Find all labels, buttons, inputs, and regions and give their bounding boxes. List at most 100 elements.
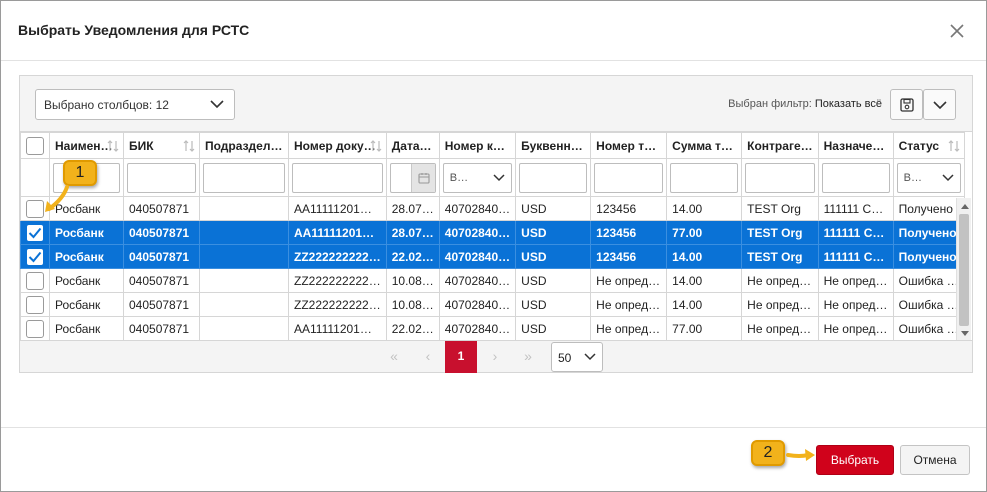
chevron-down-icon <box>584 353 596 361</box>
row-checkbox-cell <box>20 220 50 245</box>
close-icon <box>950 24 964 38</box>
col-header-counterparty[interactable]: Контраге… <box>741 132 819 159</box>
page-size-value: 50 <box>558 351 572 365</box>
sort-icon <box>107 140 119 152</box>
cell-status: Ошибка … <box>892 268 965 293</box>
filter-status-select[interactable]: В… <box>896 162 961 193</box>
footer-divider <box>1 427 986 428</box>
cell-division <box>199 196 289 221</box>
row-checkbox[interactable] <box>26 295 44 314</box>
filter-options-button[interactable] <box>923 89 956 120</box>
cell-doc-number: АА11111201… <box>288 220 387 245</box>
filter-doc-number-input[interactable] <box>292 162 383 193</box>
date-picker-button[interactable] <box>410 163 435 192</box>
filter-transaction-number-input[interactable] <box>594 162 664 193</box>
page-button-current[interactable]: 1 <box>445 341 477 373</box>
cell-purpose: 111111 С… <box>817 196 894 221</box>
cell-counterparty: TEST Org <box>741 196 819 221</box>
table-row[interactable]: Росбанк 040507871 АА11111201… 28.07… 4070284… <box>20 220 965 245</box>
cell-name: Росбанк <box>49 316 124 341</box>
scroll-up-icon[interactable] <box>961 204 969 209</box>
columns-select[interactable]: Выбрано столбцов: 12 <box>35 89 235 120</box>
checkmark-icon <box>28 251 42 262</box>
table-row[interactable]: Росбанк 040507871 ZZ222222222… 22.02… 407028… <box>20 244 965 269</box>
cell-transaction-number: 123456 <box>590 196 668 221</box>
cell-division <box>199 220 289 245</box>
row-checkbox[interactable] <box>26 319 44 338</box>
filter-currency-input[interactable] <box>519 162 588 193</box>
page-size-select[interactable]: 50 <box>551 342 603 372</box>
filter-cell: В… <box>438 158 517 197</box>
filter-division-input[interactable] <box>203 162 285 193</box>
table-row[interactable]: Росбанк 040507871 АА11111201… 28.07… 4070284… <box>20 196 965 221</box>
cell-doc-number: АА11111201… <box>288 196 387 221</box>
select-all-checkbox[interactable] <box>26 136 44 155</box>
cell-purpose: 111111 С… <box>817 220 894 245</box>
filter-account-select[interactable]: В… <box>442 162 513 193</box>
first-page-button[interactable]: « <box>378 341 410 373</box>
filter-cell: В… <box>892 158 965 197</box>
next-page-button[interactable]: › <box>479 341 511 373</box>
filter-date-input[interactable] <box>389 162 436 193</box>
cell-currency: USD <box>515 292 592 317</box>
cell-name: Росбанк <box>49 268 124 293</box>
col-header-date[interactable]: Дата… <box>385 132 440 159</box>
col-header-purpose[interactable]: Назначе… <box>817 132 894 159</box>
row-checkbox[interactable] <box>26 247 44 266</box>
cell-bik: 040507871 <box>123 196 200 221</box>
col-header-doc-number[interactable]: Номер доку… <box>288 132 387 159</box>
col-header-bik[interactable]: БИК <box>123 132 200 159</box>
col-header-name[interactable]: Наимен… <box>49 132 124 159</box>
filter-cell <box>817 158 894 197</box>
table-row[interactable]: Росбанк 040507871 ZZ222222222… 10.08… 407028… <box>20 292 965 317</box>
calendar-icon <box>418 172 430 184</box>
cell-amount: 14.00 <box>666 196 743 221</box>
col-header-currency[interactable]: Буквенн… <box>515 132 592 159</box>
vertical-scrollbar[interactable] <box>956 198 971 342</box>
row-checkbox[interactable] <box>26 223 44 242</box>
scroll-thumb[interactable] <box>959 214 969 326</box>
filter-counterparty-input[interactable] <box>745 162 815 193</box>
cell-date: 28.07… <box>385 196 440 221</box>
row-checkbox[interactable] <box>26 271 44 290</box>
table-row[interactable]: Росбанк 040507871 АА11111201… 22.02… 4070284… <box>20 316 965 341</box>
select-button[interactable]: Выбрать <box>816 445 894 475</box>
filter-value: Показать всё <box>814 98 882 110</box>
cell-date: 22.02… <box>385 244 440 269</box>
filter-cell <box>515 158 592 197</box>
close-button[interactable] <box>947 21 967 41</box>
cell-status: Ошибка … <box>892 292 965 317</box>
table-row[interactable]: Росбанк 040507871 ZZ222222222… 10.08… 407028… <box>20 268 965 293</box>
cancel-button[interactable]: Отмена <box>900 445 970 475</box>
prev-page-button[interactable]: ‹ <box>412 341 444 373</box>
save-icon <box>900 98 914 112</box>
cell-status: Получено <box>892 196 965 221</box>
filter-amount-input[interactable] <box>670 162 739 193</box>
col-header-status[interactable]: Статус <box>892 132 965 159</box>
col-header-account[interactable]: Номер к… <box>438 132 517 159</box>
cell-bik: 040507871 <box>123 244 200 269</box>
step-2-callout: 2 <box>751 440 785 466</box>
cell-transaction-number: Не опред… <box>590 292 668 317</box>
cell-account: 40702840… <box>438 244 517 269</box>
cell-amount: 14.00 <box>666 268 743 293</box>
cell-amount: 77.00 <box>666 220 743 245</box>
filter-row: В… В… <box>20 158 965 197</box>
save-filter-button[interactable] <box>890 89 923 120</box>
last-page-button[interactable]: » <box>512 341 544 373</box>
col-header-division[interactable]: Подраздел… <box>199 132 289 159</box>
scroll-down-icon[interactable] <box>961 331 969 336</box>
cell-currency: USD <box>515 316 592 341</box>
col-header-transaction-number[interactable]: Номер т… <box>590 132 668 159</box>
filter-bik-input[interactable] <box>127 162 196 193</box>
step-1-callout: 1 <box>63 160 97 186</box>
cell-status: Получено <box>892 244 965 269</box>
filter-purpose-input[interactable] <box>821 162 890 193</box>
row-checkbox-cell <box>20 244 50 269</box>
cell-division <box>199 244 289 269</box>
select-all-cell <box>20 132 50 159</box>
cell-name: Росбанк <box>49 220 124 245</box>
col-header-amount[interactable]: Сумма т… <box>666 132 743 159</box>
cell-doc-number: ZZ222222222… <box>288 244 387 269</box>
grid-table: Наимен… БИК Подраздел… Номер доку… Дата…… <box>20 132 965 341</box>
